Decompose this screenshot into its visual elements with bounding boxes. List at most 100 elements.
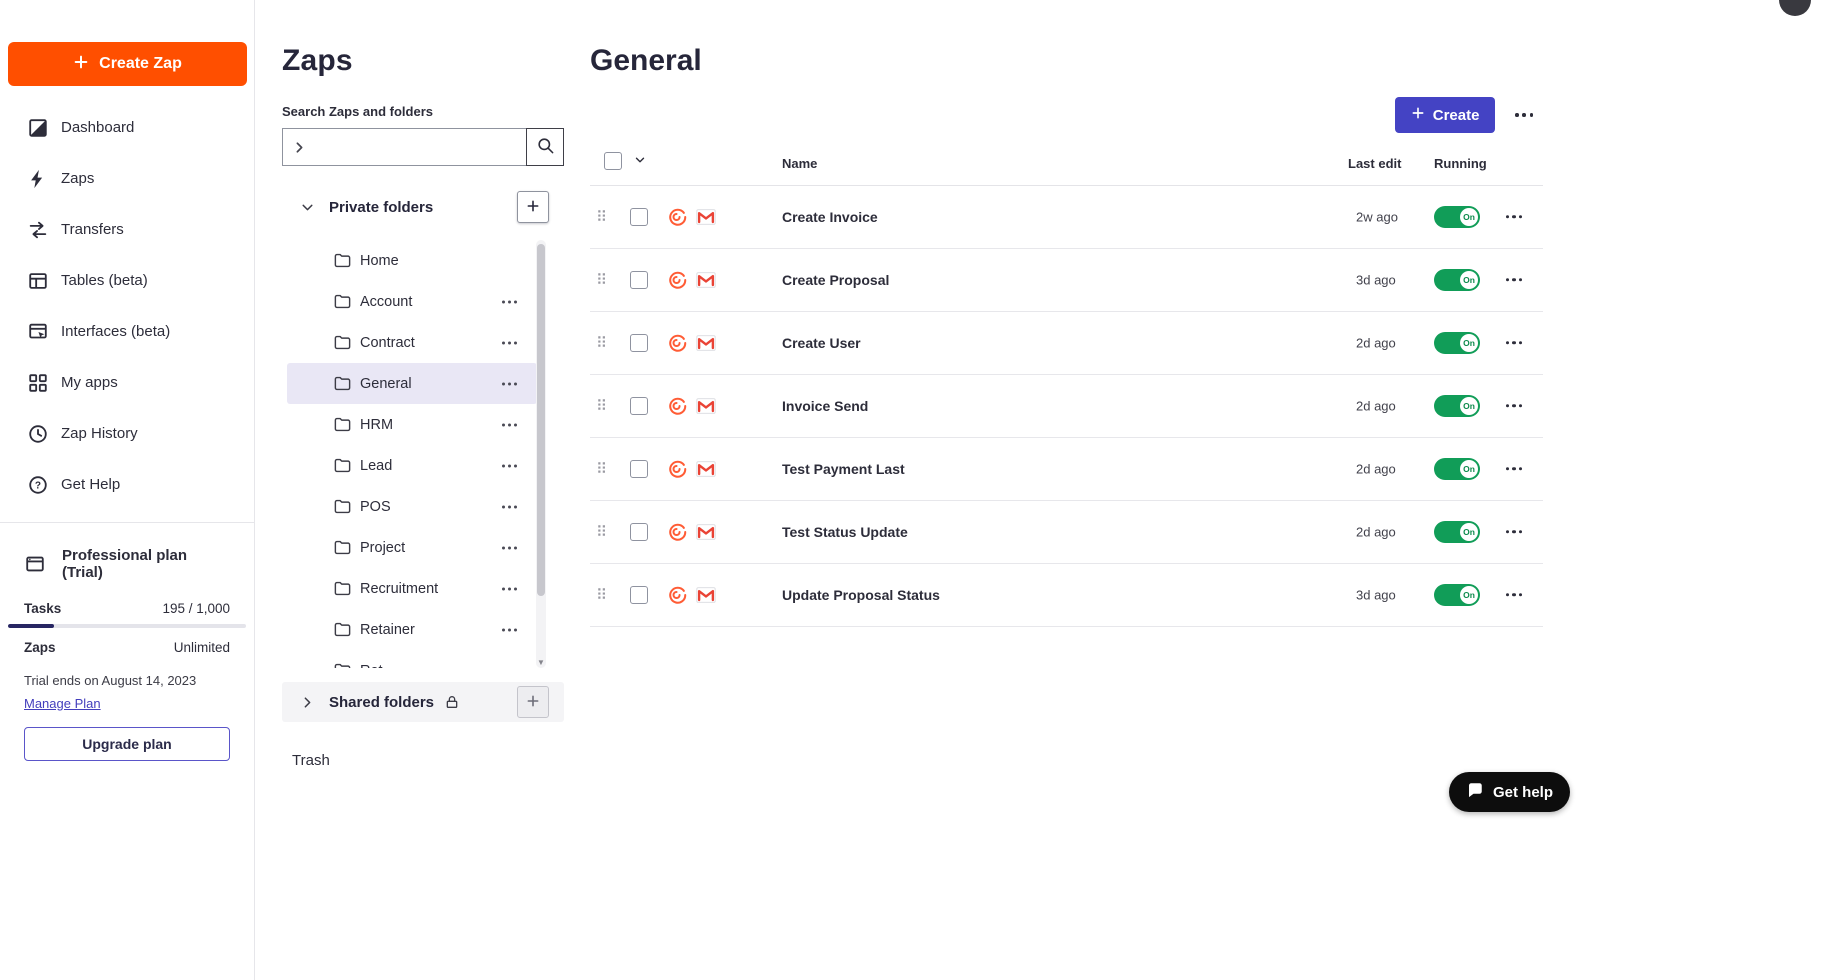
drag-handle-icon[interactable]: ⠿ [596,586,607,604]
folder-menu-button[interactable] [498,624,521,635]
sidebar-item-interfaces[interactable]: Interfaces (beta) [0,306,254,357]
gmail-icon [695,332,717,354]
zap-name-link[interactable]: Invoice Send [782,398,868,414]
folder-item-partial[interactable]: Ret [287,650,537,668]
help-circle-icon: ? [27,474,49,496]
folder-icon [333,456,352,475]
get-help-label: Get help [1493,783,1554,801]
create-button[interactable]: Create [1394,97,1496,133]
table-row: ⠿ Update Proposal Status 3d ago On [590,564,1543,627]
sidebar-item-transfers[interactable]: Transfers [0,204,254,255]
row-checkbox[interactable] [630,334,648,352]
search-input[interactable] [283,129,526,165]
apps-grid-icon [27,372,49,394]
drag-handle-icon[interactable]: ⠿ [596,334,607,352]
row-checkbox[interactable] [630,397,648,415]
folder-item-project[interactable]: Project [287,527,537,568]
folder-item-retainer[interactable]: Retainer [287,609,537,650]
row-menu-button[interactable] [1502,274,1526,285]
running-toggle[interactable]: On [1434,584,1480,606]
zap-name-link[interactable]: Update Proposal Status [782,587,940,603]
nav-label: Zaps [61,170,95,187]
zap-name-link[interactable]: Create User [782,335,861,351]
drag-handle-icon[interactable]: ⠿ [596,460,607,478]
drag-handle-icon[interactable]: ⠿ [596,208,607,226]
folder-menu-button[interactable] [498,419,521,430]
folder-item-hrm[interactable]: HRM [287,404,537,445]
zap-name-link[interactable]: Test Payment Last [782,461,905,477]
row-menu-button[interactable] [1502,337,1526,348]
folder-item-recruitment[interactable]: Recruitment [287,568,537,609]
search-button[interactable] [526,128,564,166]
folder-icon [333,374,352,393]
folder-menu-button[interactable] [498,501,521,512]
table-header: Name Last edit Running [590,146,1543,186]
drag-handle-icon[interactable]: ⠿ [596,397,607,415]
folder-item-general[interactable]: General [287,363,537,404]
crm-app-icon [666,206,688,228]
drag-handle-icon[interactable]: ⠿ [596,271,607,289]
select-dropdown-button[interactable] [633,153,647,170]
upgrade-plan-button[interactable]: Upgrade plan [24,727,230,761]
get-help-button[interactable]: Get help [1449,772,1571,812]
row-checkbox[interactable] [630,460,648,478]
folder-menu-button[interactable] [498,337,521,348]
create-label: Create [1432,106,1480,124]
folder-item-account[interactable]: Account [287,281,537,322]
row-menu-button[interactable] [1502,526,1526,537]
running-toggle[interactable]: On [1434,206,1480,228]
running-toggle[interactable]: On [1434,269,1480,291]
zap-name-link[interactable]: Create Proposal [782,272,889,288]
sidebar-item-get-help[interactable]: ? Get Help [0,459,254,510]
create-zap-button[interactable]: Create Zap [8,42,247,86]
folder-scrollbar[interactable]: ▼ [536,240,546,668]
sidebar-item-my-apps[interactable]: My apps [0,357,254,408]
folder-menu-button[interactable] [498,542,521,553]
select-all-checkbox[interactable] [604,152,622,170]
running-toggle[interactable]: On [1434,395,1480,417]
gmail-icon [695,458,717,480]
sidebar-item-zap-history[interactable]: Zap History [0,408,254,459]
folder-item-home[interactable]: Home [287,240,537,281]
row-menu-button[interactable] [1502,211,1526,222]
dashboard-icon [27,117,49,139]
folder-menu-button[interactable] [498,460,521,471]
zap-name-link[interactable]: Create Invoice [782,209,878,225]
tables-icon [27,270,49,292]
add-private-folder-button[interactable] [517,191,549,223]
column-running[interactable]: Running [1434,156,1487,171]
scrollbar-down-arrow[interactable]: ▼ [536,658,546,667]
row-checkbox[interactable] [630,271,648,289]
row-menu-button[interactable] [1502,589,1526,600]
folder-menu-button[interactable] [498,296,521,307]
row-checkbox[interactable] [630,523,648,541]
column-name[interactable]: Name [782,156,817,171]
folder-item-contract[interactable]: Contract [287,322,537,363]
scrollbar-thumb[interactable] [537,244,545,596]
folder-more-button[interactable] [1511,109,1537,121]
sidebar-item-zaps[interactable]: Zaps [0,153,254,204]
user-avatar[interactable] [1779,0,1811,16]
row-checkbox[interactable] [630,586,648,604]
add-shared-folder-button[interactable] [517,686,549,718]
trash-link[interactable]: Trash [282,752,590,769]
running-toggle[interactable]: On [1434,521,1480,543]
drag-handle-icon[interactable]: ⠿ [596,523,607,541]
column-last-edit[interactable]: Last edit [1348,156,1401,171]
sidebar-item-dashboard[interactable]: Dashboard [0,102,254,153]
folder-item-pos[interactable]: POS [287,486,537,527]
sidebar-item-tables[interactable]: Tables (beta) [0,255,254,306]
table-row: ⠿ Create Proposal 3d ago On [590,249,1543,312]
folder-item-lead[interactable]: Lead [287,445,537,486]
shared-folders-header[interactable]: Shared folders [282,682,564,722]
folder-menu-button[interactable] [498,583,521,594]
running-toggle[interactable]: On [1434,458,1480,480]
row-menu-button[interactable] [1502,400,1526,411]
private-folders-header[interactable]: Private folders [282,190,564,224]
manage-plan-link[interactable]: Manage Plan [24,696,101,711]
running-toggle[interactable]: On [1434,332,1480,354]
row-checkbox[interactable] [630,208,648,226]
folder-menu-button[interactable] [498,378,521,389]
row-menu-button[interactable] [1502,463,1526,474]
zap-name-link[interactable]: Test Status Update [782,524,908,540]
